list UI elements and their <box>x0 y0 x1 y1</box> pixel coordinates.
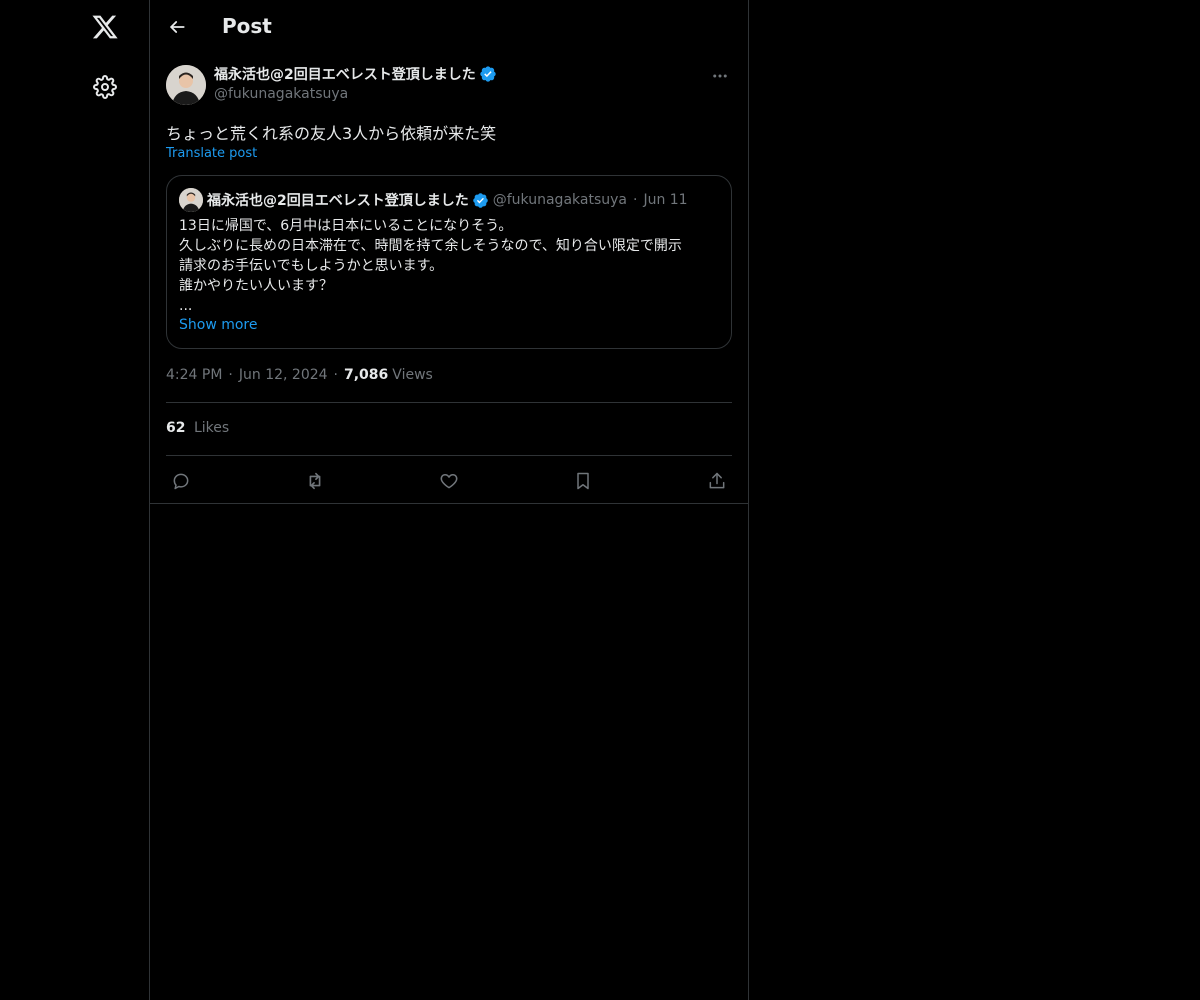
separator-dot: · <box>632 192 638 208</box>
share-icon[interactable] <box>702 466 732 496</box>
verified-badge-icon <box>472 192 489 209</box>
post-author: 福永活也@2回目エベレスト登頂しました @fukunagakatsuya <box>166 64 732 106</box>
page-title: Post <box>222 14 272 38</box>
quote-text-line: 誰かやりたい人います？ <box>179 278 333 294</box>
divider <box>166 402 732 403</box>
divider <box>166 455 732 456</box>
quote-text-line: 請求のお手伝いでもしようかと思います。 <box>179 258 444 274</box>
author-handle[interactable]: @fukunagakatsuya <box>214 86 348 102</box>
views-label: Views <box>392 367 433 383</box>
quoted-post[interactable]: 福永活也@2回目エベレスト登頂しました @fukunagakatsuya · J… <box>166 175 732 349</box>
bookmark-icon[interactable] <box>568 466 598 496</box>
separator-dot: · <box>333 367 338 383</box>
quote-text: 13日に帰国で、6月中は日本にいることになりそう。 久しぶりに長めの日本滞在で、… <box>179 216 724 316</box>
quote-text-line: ... <box>179 298 193 314</box>
translate-post-link[interactable]: Translate post <box>166 146 257 161</box>
quote-display-name: 福永活也@2回目エベレスト登頂しました <box>207 193 469 209</box>
quote-text-line: 久しぶりに長めの日本滞在で、時間を持て余しそうなので、知り合い限定で開示 <box>179 238 682 254</box>
page-header: Post <box>150 0 748 54</box>
views-count: 7,086 <box>344 367 389 383</box>
separator-dot: · <box>228 367 233 383</box>
post-date[interactable]: Jun 12, 2024 <box>239 367 328 383</box>
back-arrow-icon[interactable] <box>162 12 192 42</box>
more-options-icon[interactable] <box>708 66 732 86</box>
sidebar <box>0 0 150 1000</box>
quote-text-line: 13日に帰国で、6月中は日本にいることになりそう。 <box>179 218 513 234</box>
likes-count: 62 <box>166 420 186 436</box>
main-column: Post 福永活也@2回目エベレスト登頂しました @fukunagakatsuy… <box>149 0 749 1000</box>
x-logo-icon[interactable] <box>89 11 121 43</box>
post-time[interactable]: 4:24 PM <box>166 367 222 383</box>
author-display-name[interactable]: 福永活也@2回目エベレスト登頂しました <box>214 64 476 84</box>
quote-avatar <box>179 188 203 212</box>
like-heart-icon[interactable] <box>434 466 464 496</box>
settings-gear-icon[interactable] <box>89 71 121 103</box>
avatar[interactable] <box>166 65 206 105</box>
quote-date: Jun 11 <box>643 192 688 208</box>
divider <box>150 503 748 504</box>
likes-label: Likes <box>193 420 230 436</box>
show-more-link[interactable]: Show more <box>179 317 258 333</box>
likes-stat[interactable]: 62 Likes <box>166 420 229 436</box>
post-text: ちょっと荒くれ系の友人3人から依頼が来た笑 <box>166 124 497 143</box>
quote-handle: @fukunagakatsuya <box>492 192 627 208</box>
retweet-icon[interactable] <box>300 466 330 496</box>
post-metadata: 4:24 PM · Jun 12, 2024 · 7,086 Views <box>166 367 433 383</box>
reply-icon[interactable] <box>166 466 196 496</box>
verified-badge-icon <box>479 65 497 83</box>
post-actions <box>166 464 732 494</box>
